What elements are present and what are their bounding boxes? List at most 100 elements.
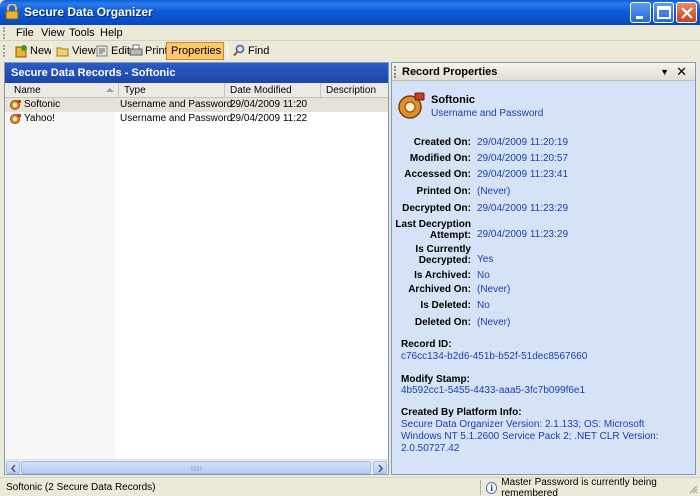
column-header-type[interactable]: Type [119, 83, 225, 98]
properties-button[interactable]: Properties [166, 42, 224, 60]
last-decryption-attempt-label: Last Decryption Attempt: [395, 219, 471, 241]
new-label: New [30, 45, 53, 57]
table-row[interactable]: Yahoo! Username and Password 29/04/2009 … [5, 112, 388, 126]
archived-on-label: Archived On: [408, 284, 471, 295]
created-on-label: Created On: [413, 137, 471, 148]
deleted-on-value: (Never) [477, 317, 511, 328]
records-list: Softonic Username and Password 29/04/200… [5, 98, 388, 459]
menu-help[interactable]: Help [100, 27, 123, 39]
record-name: Softonic [24, 99, 61, 110]
sorted-column-shade [5, 98, 115, 459]
deleted-on-label: Deleted On: [414, 317, 471, 328]
menu-file[interactable]: File [16, 27, 34, 39]
title-bar: Secure Data Organizer [0, 0, 700, 25]
printed-on-label: Printed On: [416, 186, 471, 197]
column-header-name[interactable]: Name [9, 83, 119, 98]
print-label: Print [145, 45, 168, 57]
sort-ascending-icon [106, 88, 114, 92]
platform-info-label: Created By Platform Info: [401, 407, 522, 418]
arrow-left-icon [10, 464, 16, 473]
padlock-icon [5, 4, 19, 20]
status-bar: Softonic (2 Secure Data Records) i Maste… [0, 477, 700, 496]
archived-on-value: (Never) [477, 284, 511, 295]
menu-grip[interactable] [3, 27, 6, 39]
record-name: Softonic [431, 94, 475, 106]
column-header-description[interactable]: Description [321, 83, 388, 98]
record-id-value: c76cc134-b2d6-451b-b52f-51dec8567660 [401, 351, 588, 362]
record-key-icon [10, 100, 21, 110]
is-currently-decrypted-value: Yes [477, 254, 494, 265]
maximize-button[interactable] [653, 2, 674, 23]
platform-info-value: Secure Data Organizer Version: 2.1.133; … [401, 419, 659, 454]
record-key-icon [10, 114, 21, 124]
find-label: Find [248, 45, 270, 57]
menu-view[interactable]: View [41, 27, 65, 39]
menu-tools[interactable]: Tools [69, 27, 95, 39]
printer-icon [129, 44, 143, 56]
status-password-notice: i Master Password is currently being rem… [486, 476, 700, 496]
column-description-label: Description [326, 85, 377, 96]
is-archived-value: No [477, 270, 490, 281]
created-on-value: 29/04/2009 11:20:19 [477, 137, 569, 148]
print-button[interactable]: Print [127, 42, 170, 60]
find-button[interactable]: Find [230, 42, 271, 60]
toolbar-grip[interactable] [3, 45, 6, 57]
record-key-icon [398, 92, 425, 119]
record-type: Username and Password [120, 113, 233, 124]
printed-on-value: (Never) [477, 186, 511, 197]
is-archived-label: Is Archived: [414, 270, 471, 281]
status-separator [480, 480, 481, 495]
modified-on-label: Modified On: [409, 153, 471, 164]
accessed-on-label: Accessed On: [404, 169, 471, 180]
column-type-label: Type [124, 85, 146, 96]
properties-label: Properties [171, 45, 222, 57]
scroll-left-button[interactable] [6, 461, 20, 474]
table-row[interactable]: Softonic Username and Password 29/04/200… [5, 98, 388, 112]
resize-grip-icon[interactable] [688, 484, 698, 494]
minimize-button[interactable] [630, 2, 651, 23]
column-header-date-modified[interactable]: Date Modified [225, 83, 321, 98]
record-type: Username and Password [120, 99, 233, 110]
folder-open-icon [56, 47, 69, 57]
decrypted-on-value: 29/04/2009 11:23:29 [477, 203, 569, 214]
toolbar-separator [227, 44, 228, 58]
record-properties-title: Record Properties [402, 66, 498, 78]
panel-grip[interactable] [394, 66, 397, 78]
record-properties-panel: Record Properties ▼ ✕ Softonic Username … [391, 62, 696, 475]
toolbar: New View Edit Print Properties Find [0, 42, 700, 60]
last-decryption-attempt-value: 29/04/2009 11:23:29 [477, 229, 569, 240]
is-deleted-label: Is Deleted: [420, 300, 471, 311]
decrypted-on-label: Decrypted On: [402, 203, 471, 214]
window-title: Secure Data Organizer [24, 5, 153, 19]
arrow-right-icon [378, 464, 384, 473]
scroll-right-button[interactable] [373, 461, 387, 474]
search-icon [233, 44, 245, 57]
record-id-label: Record ID: [401, 339, 452, 350]
column-headers: Name Type Date Modified Description [5, 83, 388, 98]
record-date: 29/04/2009 11:22 [230, 113, 308, 124]
new-record-icon [15, 45, 27, 58]
status-password-text: Master Password is currently being remem… [501, 476, 657, 496]
record-properties-header: Record Properties ▼ ✕ [392, 63, 695, 81]
modify-stamp-value: 4b592cc1-5455-4433-aaa5-3fc7b099f6e1 [401, 385, 586, 396]
records-panel-title: Secure Data Records - Softonic [5, 63, 388, 83]
records-panel: Secure Data Records - Softonic Name Type… [4, 62, 389, 475]
grip-lines-icon [191, 466, 202, 471]
info-icon: i [486, 481, 498, 494]
view-button[interactable]: View [54, 42, 98, 60]
toolbar-separator [51, 44, 52, 58]
record-name: Yahoo! [24, 113, 55, 124]
is-currently-decrypted-label: Is Currently Decrypted: [415, 244, 471, 266]
close-button[interactable] [676, 2, 697, 23]
edit-icon [96, 45, 108, 57]
horizontal-scrollbar[interactable] [5, 459, 388, 474]
scroll-thumb[interactable] [21, 461, 371, 474]
accessed-on-value: 29/04/2009 11:23:41 [477, 169, 569, 180]
modify-stamp-label: Modify Stamp: [401, 374, 470, 385]
close-icon[interactable]: ✕ [676, 64, 687, 80]
column-date-label: Date Modified [230, 85, 292, 96]
menu-bar: File View Tools Help [0, 25, 700, 41]
record-date: 29/04/2009 11:20 [230, 99, 308, 110]
new-button[interactable]: New [12, 42, 54, 60]
chevron-down-icon[interactable]: ▼ [660, 67, 669, 77]
